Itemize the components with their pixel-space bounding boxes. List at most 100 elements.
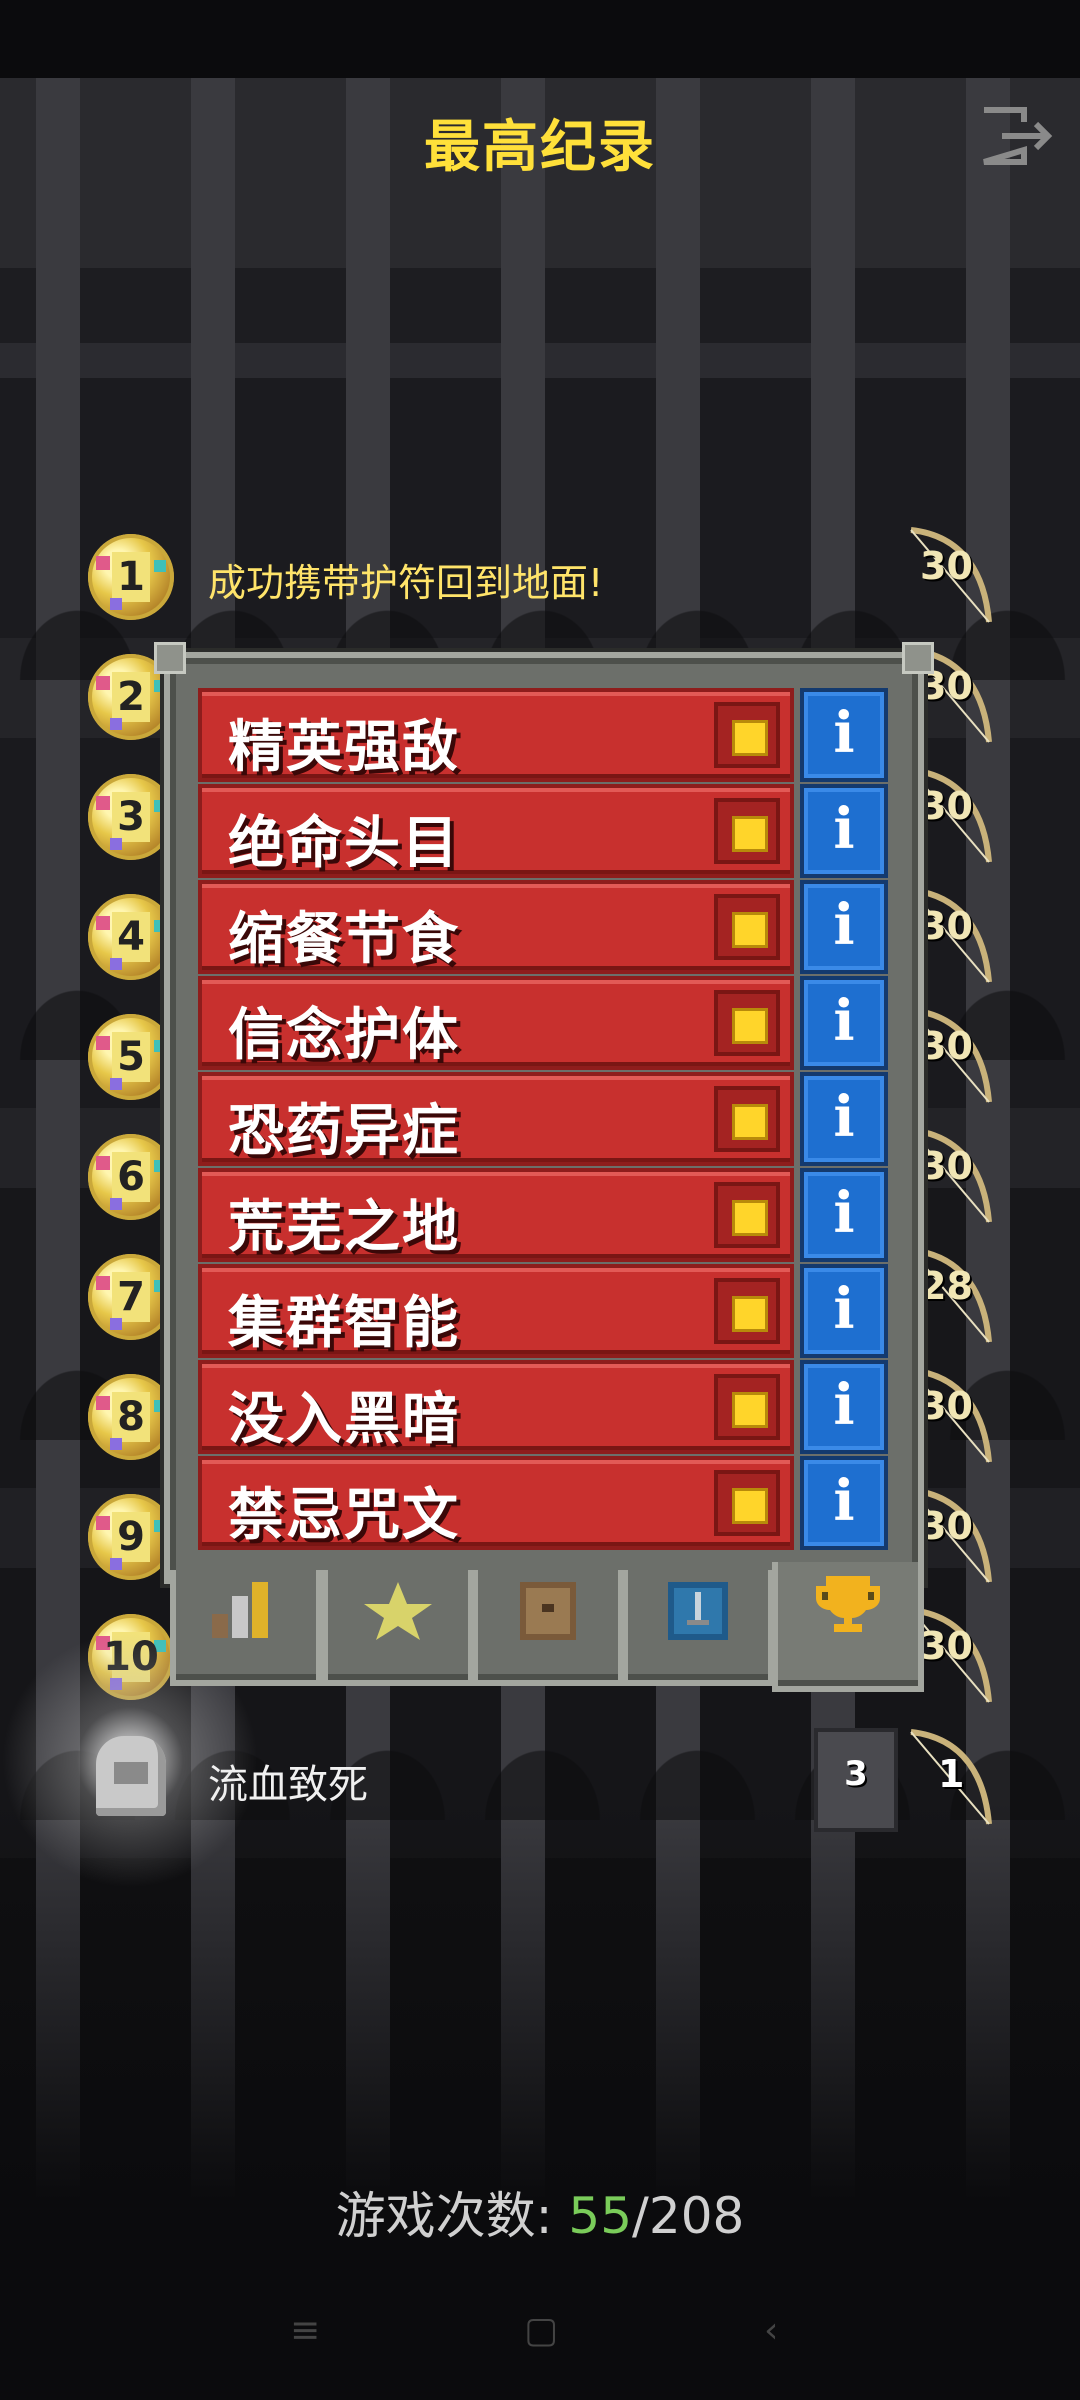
challenge-checkbox[interactable] [714,702,780,768]
exit-icon[interactable] [978,104,1058,168]
challenge-label: 集群智能 [228,1291,460,1356]
challenge-toggle[interactable]: 信念护体 [198,976,794,1070]
medal-icon: 7 [88,1254,174,1340]
challenge-label: 没入黑暗 [228,1387,460,1452]
tab-badges[interactable] [322,1570,474,1686]
rank-level: 30 [920,1024,973,1068]
challenge-label: 信念护体 [228,1003,460,1068]
checkbox-checked-icon [732,1392,768,1428]
tab-journal[interactable] [472,1570,624,1686]
info-icon: i [833,1084,855,1150]
ranking-row[interactable]: 1 成功携带护符回到地面! 30 [0,527,1080,634]
info-button[interactable]: i [800,1456,888,1550]
challenge-checkbox[interactable] [714,894,780,960]
challenges-panel: 精英强敌 i 绝命头目 i 缩餐节食 i 信念护体 i 恐药异症 i 荒芜之地 i 集群智能 i 没入黑暗 i… [154,642,934,1584]
stats-icon [212,1582,268,1638]
checkbox-checked-icon [732,1008,768,1044]
info-button[interactable]: i [800,976,888,1070]
medal-icon: 4 [88,894,174,980]
medal-icon: 1 [88,534,174,620]
rank-number: 5 [117,1034,145,1080]
challenge-checkbox[interactable] [714,1086,780,1152]
panel-corner [154,642,186,674]
info-button[interactable]: i [800,1264,888,1358]
challenge-label: 缩餐节食 [228,907,460,972]
challenge-label: 禁忌咒文 [228,1483,460,1548]
challenge-label: 精英强敌 [228,715,460,780]
sword-icon [668,1582,728,1640]
rank-number: 3 [117,794,145,840]
rank-level: 30 [920,1384,973,1428]
medal-icon: 5 [88,1014,174,1100]
tab-stats[interactable] [170,1570,322,1686]
death-level: 1 [938,1752,965,1796]
info-icon: i [833,796,855,862]
star-icon [364,1582,432,1640]
home-icon[interactable]: ▢ [524,2310,558,2351]
back-icon[interactable]: ‹ [764,2310,778,2351]
rank-level: 28 [920,1264,973,1308]
medal-icon: 6 [88,1134,174,1220]
rank-level: 30 [920,544,973,588]
rank-level: 30 [920,1144,973,1188]
challenge-checkbox[interactable] [714,990,780,1056]
trophy-icon [816,1576,880,1632]
checkbox-checked-icon [732,816,768,852]
tab-equipment[interactable] [622,1570,774,1686]
info-icon: i [833,1372,855,1438]
games-played: 游戏次数: 55/208 [0,2176,1080,2248]
info-button[interactable]: i [800,1072,888,1166]
challenge-checkbox[interactable] [714,1182,780,1248]
info-icon: i [833,700,855,766]
tab-bar [164,1562,924,1694]
checkbox-checked-icon [732,1488,768,1524]
challenge-label: 绝命头目 [228,811,460,876]
medal-icon: 8 [88,1374,174,1460]
rank-number: 4 [117,914,145,960]
checkbox-checked-icon [732,1200,768,1236]
death-description: 流血致死 [208,1762,368,1808]
checkbox-checked-icon [732,1296,768,1332]
panel-corner [902,642,934,674]
rank-number: 7 [117,1274,145,1320]
challenge-toggle[interactable]: 没入黑暗 [198,1360,794,1454]
journal-icon [520,1582,576,1640]
tab-rankings[interactable] [772,1562,924,1692]
page-title: 最高纪录 [424,115,656,180]
rank-level: 30 [920,904,973,948]
info-icon: i [833,892,855,958]
checkbox-checked-icon [732,720,768,756]
games-played-label: 游戏次数: [335,2187,569,2245]
challenge-checkbox[interactable] [714,798,780,864]
checkbox-checked-icon [732,912,768,948]
depth-value: 3 [844,1754,868,1794]
rank-level: 30 [920,784,973,828]
rank-number: 6 [117,1154,145,1200]
menu-icon[interactable]: ≡ [290,2310,320,2351]
depth-icon: 3 [814,1728,898,1832]
challenge-checkbox[interactable] [714,1470,780,1536]
challenge-checkbox[interactable] [714,1278,780,1344]
challenge-toggle[interactable]: 缩餐节食 [198,880,794,974]
rank-description: 成功携带护符回到地面! [208,561,604,605]
challenge-label: 恐药异症 [228,1099,460,1164]
medal-icon: 3 [88,774,174,860]
info-button[interactable]: i [800,1168,888,1262]
info-button[interactable]: i [800,784,888,878]
challenge-toggle[interactable]: 荒芜之地 [198,1168,794,1262]
info-button[interactable]: i [800,1360,888,1454]
info-button[interactable]: i [800,880,888,974]
checkbox-checked-icon [732,1104,768,1140]
rank-level: 30 [920,1624,973,1668]
info-icon: i [833,1276,855,1342]
challenge-toggle[interactable]: 绝命头目 [198,784,794,878]
challenge-toggle[interactable]: 恐药异症 [198,1072,794,1166]
challenge-toggle[interactable]: 禁忌咒文 [198,1456,794,1550]
challenge-toggle[interactable]: 精英强敌 [198,688,794,782]
games-total-count: 208 [648,2187,745,2245]
system-nav-bar: ≡ ▢ ‹ [0,2290,1080,2370]
challenge-toggle[interactable]: 集群智能 [198,1264,794,1358]
rank-number: 9 [117,1514,145,1560]
info-button[interactable]: i [800,688,888,782]
challenge-checkbox[interactable] [714,1374,780,1440]
